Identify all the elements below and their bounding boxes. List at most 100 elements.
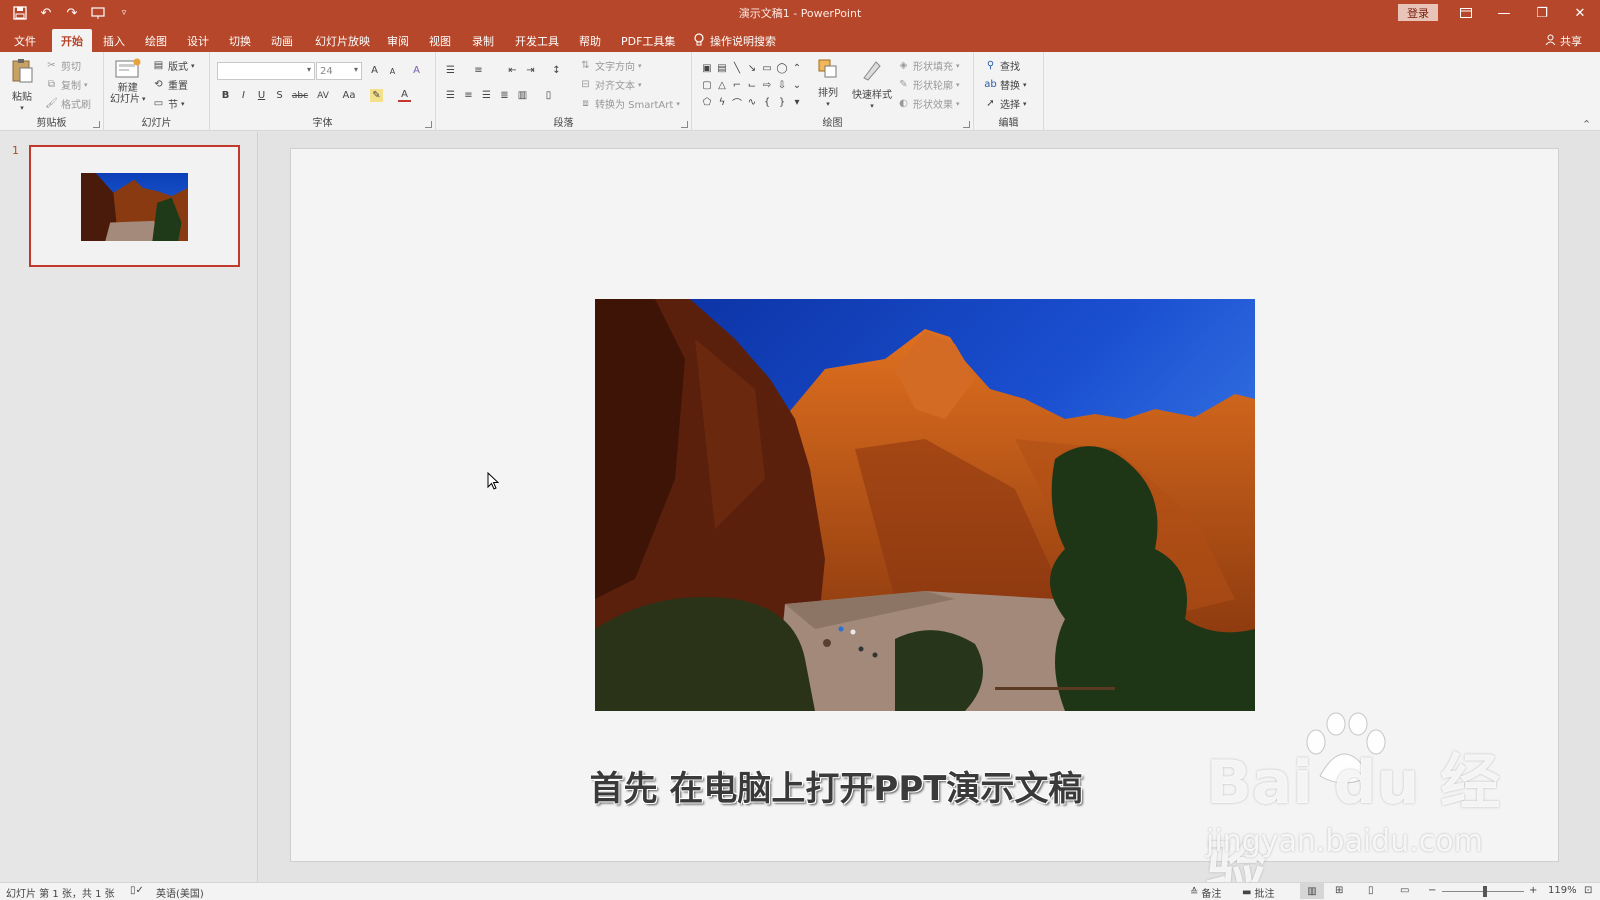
text-direction-button[interactable]: ⇅ 文字方向 ▾ — [579, 58, 641, 73]
close-icon[interactable]: ✕ — [1560, 0, 1600, 26]
tab-developer[interactable]: 开发工具 — [506, 29, 568, 52]
highlight-color-icon[interactable]: ✎ — [370, 89, 383, 102]
tab-file[interactable]: 文件 — [5, 29, 45, 52]
fit-to-window-icon[interactable]: ⊡ — [1584, 885, 1592, 896]
copy-button[interactable]: ⧉ 复制 ▾ — [45, 77, 88, 92]
tab-insert[interactable]: 插入 — [94, 29, 134, 52]
tab-draw[interactable]: 绘图 — [136, 29, 176, 52]
notes-button[interactable]: ≙ 备注 — [1190, 885, 1221, 900]
normal-view-icon[interactable]: ▥ — [1300, 883, 1324, 899]
numbering-icon[interactable]: ≡ — [472, 64, 485, 77]
align-center-icon[interactable]: ≡ — [462, 89, 475, 102]
tab-review[interactable]: 审阅 — [378, 29, 418, 52]
find-button[interactable]: ⚲ 查找 — [984, 58, 1020, 73]
bullets-icon[interactable]: ☰ — [444, 64, 457, 77]
bold-icon[interactable]: B — [219, 89, 232, 102]
cut-button[interactable]: ✂ 剪切 — [45, 58, 81, 73]
font-launcher-icon[interactable] — [425, 121, 432, 128]
italic-icon[interactable]: I — [237, 89, 250, 102]
shapes-gallery[interactable]: ▣ ▤ ╲ ↘ ▭ ◯ ⌃ ▢ △ ⌐ ⌙ ⇨ ⇩ ⌄ ⬠ ϟ ⌒ ∿ { } — [700, 60, 801, 112]
tab-design[interactable]: 设计 — [178, 29, 218, 52]
slide-sorter-view-icon[interactable]: ⊞ — [1335, 885, 1343, 896]
slideshow-view-icon[interactable]: ▭ — [1400, 885, 1409, 896]
down-arrow-shape-icon[interactable]: ⇩ — [775, 77, 789, 93]
font-size-combo[interactable]: 24 ▾ — [316, 62, 362, 80]
align-right-icon[interactable]: ☰ — [480, 89, 493, 102]
slide-thumbnail[interactable] — [29, 145, 240, 267]
right-arrow-shape-icon[interactable]: ⇨ — [760, 77, 774, 93]
grow-font-icon[interactable]: A — [368, 64, 381, 77]
restore-icon[interactable]: ❐ — [1522, 0, 1562, 26]
distributed-icon[interactable]: ▥ — [516, 89, 529, 102]
tab-pdf-tools[interactable]: PDF工具集 — [612, 29, 684, 52]
tell-me-search[interactable]: 操作说明搜索 — [694, 29, 776, 52]
triangle-shape-icon[interactable]: △ — [715, 77, 729, 93]
tab-animations[interactable]: 动画 — [262, 29, 302, 52]
new-slide-button[interactable]: 新建 幻灯片 ▾ — [110, 58, 146, 105]
curve-shape-icon[interactable]: ∿ — [745, 94, 759, 110]
layout-button[interactable]: ▤ 版式 ▾ — [152, 58, 195, 73]
drawing-launcher-icon[interactable] — [963, 121, 970, 128]
pentagon-shape-icon[interactable]: ⬠ — [700, 94, 714, 110]
scroll-up-icon[interactable]: ⌃ — [790, 60, 804, 76]
line-spacing-icon[interactable]: ↕ — [550, 64, 563, 77]
paste-button[interactable]: 粘贴 ▾ — [10, 58, 34, 112]
shape-fill-button[interactable]: ◈ 形状填充 ▾ — [897, 58, 960, 73]
canyon-photo[interactable] — [595, 299, 1255, 711]
format-painter-button[interactable]: 🖌 格式刷 — [45, 96, 91, 111]
more-shapes-icon[interactable]: ▾ — [790, 94, 804, 110]
rounded-rect-shape-icon[interactable]: ▢ — [700, 77, 714, 93]
increase-indent-icon[interactable]: ⇥ — [524, 64, 537, 77]
reset-button[interactable]: ⟲ 重置 — [152, 77, 188, 92]
oval-shape-icon[interactable]: ◯ — [775, 60, 789, 76]
spelling-check-icon[interactable]: ▯✓ — [130, 885, 144, 896]
login-button[interactable]: 登录 — [1398, 4, 1438, 21]
columns-icon[interactable]: ▯ — [542, 89, 555, 102]
select-button[interactable]: ➚ 选择 ▾ — [984, 96, 1026, 111]
character-spacing-icon[interactable]: AV — [314, 89, 332, 102]
zoom-slider-thumb[interactable] — [1483, 886, 1487, 897]
text-box-shape-icon[interactable]: ▣ — [700, 60, 714, 76]
tab-record[interactable]: 录制 — [463, 29, 503, 52]
convert-smartart-button[interactable]: ⧈ 转换为 SmartArt ▾ — [579, 96, 680, 111]
justify-icon[interactable]: ≣ — [498, 89, 511, 102]
slide-thumbnails-panel[interactable]: 1 — [0, 132, 258, 882]
scroll-down-icon[interactable]: ⌄ — [790, 77, 804, 93]
line-shape-icon[interactable]: ╲ — [730, 60, 744, 76]
left-brace-shape-icon[interactable]: { — [760, 94, 774, 110]
lightning-shape-icon[interactable]: ϟ — [715, 94, 729, 110]
zoom-in-button[interactable]: + — [1529, 885, 1537, 896]
zoom-out-button[interactable]: − — [1428, 885, 1436, 896]
replace-button[interactable]: ab 替换 ▾ — [984, 77, 1026, 92]
language-status[interactable]: 英语(美国) — [156, 885, 204, 900]
ribbon-display-options-icon[interactable] — [1446, 0, 1486, 26]
shape-effects-button[interactable]: ◐ 形状效果 ▾ — [897, 96, 959, 111]
tab-slideshow[interactable]: 幻灯片放映 — [306, 29, 379, 52]
paragraph-launcher-icon[interactable] — [681, 121, 688, 128]
connector-shape-icon[interactable]: ⌐ — [730, 77, 744, 93]
font-name-combo[interactable]: ▾ — [217, 62, 315, 80]
section-button[interactable]: ▭ 节 ▾ — [152, 96, 185, 111]
underline-icon[interactable]: U — [255, 89, 268, 102]
comments-button[interactable]: ▬ 批注 — [1242, 885, 1274, 900]
arrange-button[interactable]: 排列 ▾ — [817, 58, 839, 108]
shape-outline-button[interactable]: ✎ 形状轮廓 ▾ — [897, 77, 959, 92]
tab-view[interactable]: 视图 — [420, 29, 460, 52]
align-text-button[interactable]: ⊟ 对齐文本 ▾ — [579, 77, 641, 92]
text-shadow-icon[interactable]: S — [273, 89, 286, 102]
arrow-line-shape-icon[interactable]: ↘ — [745, 60, 759, 76]
share-button[interactable]: 共享 — [1545, 29, 1582, 52]
align-left-icon[interactable]: ☰ — [444, 89, 457, 102]
collapse-ribbon-icon[interactable]: ⌃ — [1582, 118, 1591, 131]
tab-help[interactable]: 帮助 — [570, 29, 610, 52]
tab-transitions[interactable]: 切换 — [220, 29, 260, 52]
arc-shape-icon[interactable]: ⌒ — [730, 94, 744, 110]
tab-home[interactable]: 开始 — [52, 29, 92, 52]
rectangle-shape-icon[interactable]: ▭ — [760, 60, 774, 76]
font-color-icon[interactable]: A — [398, 89, 411, 102]
vertical-text-box-shape-icon[interactable]: ▤ — [715, 60, 729, 76]
reading-view-icon[interactable]: ▯ — [1368, 885, 1374, 896]
decrease-indent-icon[interactable]: ⇤ — [506, 64, 519, 77]
strikethrough-icon[interactable]: abc — [290, 89, 310, 102]
elbow-connector-shape-icon[interactable]: ⌙ — [745, 77, 759, 93]
